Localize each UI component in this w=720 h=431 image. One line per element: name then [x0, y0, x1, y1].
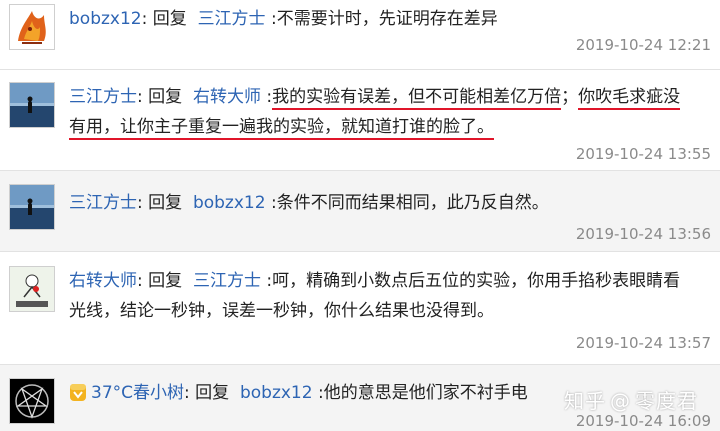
comment-body: 三江方士: 回复 bobzx12 :条件不同而结果相同，此乃反自然。: [69, 193, 549, 213]
comment-body: bobzx12: 回复 三江方士 :不需要计时，先证明存在差异: [69, 9, 498, 29]
comment-item: 右转大师: 回复 三江方士 :呵，精确到小数点后五位的实验，你用手掐秒表眼睛看 …: [0, 252, 720, 364]
flame-creature-icon: [10, 5, 54, 49]
comment-body: 三江方士: 回复 右转大师 :我的实验有误差，但不可能相差亿万倍；你吹毛求疵没 …: [69, 82, 710, 142]
comment-text: :呵，精确到小数点后五位的实验，你用手掐秒表眼睛看: [266, 271, 681, 291]
comment-line: 三江方士: 回复 右转大师 :我的实验有误差，但不可能相差亿万倍；你吹毛求疵没: [69, 82, 710, 112]
comment-text: 光线，结论一秒钟，误差一秒钟，你什么结果也没得到。: [69, 301, 494, 321]
pentagram-icon: [10, 379, 54, 423]
comment-item: 三江方士: 回复 右转大师 :我的实验有误差，但不可能相差亿万倍；你吹毛求疵没 …: [0, 70, 720, 170]
reply-label: 回复: [148, 271, 183, 291]
comment-timestamp: 2019-10-24 13:55: [575, 145, 711, 163]
watermark: 知乎 @ 零度君: [564, 385, 698, 414]
reply-target[interactable]: 右转大师: [193, 87, 261, 107]
comment-line: 光线，结论一秒钟，误差一秒钟，你什么结果也没得到。: [69, 296, 710, 326]
comment-item: 三江方士: 回复 bobzx12 :条件不同而结果相同，此乃反自然。 2019-…: [0, 171, 720, 251]
comment-text: :条件不同而结果相同，此乃反自然。: [270, 193, 549, 213]
seaside-person-icon: [10, 185, 54, 229]
comment-timestamp: 2019-10-24 13:56: [575, 225, 711, 243]
avatar[interactable]: [9, 82, 55, 128]
comment-text: :不需要计时，先证明存在差异: [270, 9, 498, 29]
reply-target[interactable]: bobzx12: [193, 193, 266, 213]
avatar[interactable]: [9, 378, 55, 424]
reply-target[interactable]: 三江方士: [193, 271, 261, 291]
highlighted-text: 我的实验有误差，但不可能相差亿万倍: [272, 87, 562, 110]
highlighted-text: 有用，让你主子重复一遍我的实验，就知道打谁的脸了。: [69, 117, 494, 140]
comment-item: bobzx12: 回复 三江方士 :不需要计时，先证明存在差异 2019-10-…: [0, 0, 720, 62]
watermark-at: @: [610, 389, 631, 413]
comment-author[interactable]: bobzx12: [69, 9, 142, 29]
comment-line: 有用，让你主子重复一遍我的实验，就知道打谁的脸了。: [69, 112, 710, 142]
reply-target[interactable]: 三江方士: [198, 9, 266, 29]
comment-author[interactable]: 37°C春小树: [91, 383, 184, 403]
comment-author[interactable]: 三江方士: [69, 193, 137, 213]
comment-author[interactable]: 右转大师: [69, 271, 137, 291]
reply-label: 回复: [152, 9, 187, 29]
comment-line: 右转大师: 回复 三江方士 :呵，精确到小数点后五位的实验，你用手掐秒表眼睛看: [69, 271, 681, 291]
avatar[interactable]: [9, 184, 55, 230]
cartoon-figure-icon: [10, 267, 54, 311]
comment-body: 右转大师: 回复 三江方士 :呵，精确到小数点后五位的实验，你用手掐秒表眼睛看 …: [69, 266, 710, 326]
avatar[interactable]: [9, 4, 55, 50]
watermark-user: 零度君: [635, 389, 698, 413]
comment-timestamp: 2019-10-24 12:21: [575, 36, 711, 54]
avatar[interactable]: [9, 266, 55, 312]
comment-text: :他的意思是他们家不衬手电: [317, 383, 528, 403]
reply-label: 回复: [195, 383, 230, 403]
comment-timestamp: 2019-10-24 16:09: [575, 412, 711, 430]
highlighted-text: 你吹毛求疵没: [578, 87, 681, 110]
reply-label: 回复: [148, 87, 183, 107]
watermark-site: 知乎: [564, 389, 606, 413]
seaside-person-icon: [10, 83, 54, 127]
comment-text: ；: [561, 87, 579, 107]
reply-label: 回复: [148, 193, 183, 213]
reply-target[interactable]: bobzx12: [240, 383, 313, 403]
vip-badge-icon: [69, 382, 87, 402]
comment-author[interactable]: 三江方士: [69, 87, 137, 107]
comment-timestamp: 2019-10-24 13:57: [575, 334, 711, 352]
